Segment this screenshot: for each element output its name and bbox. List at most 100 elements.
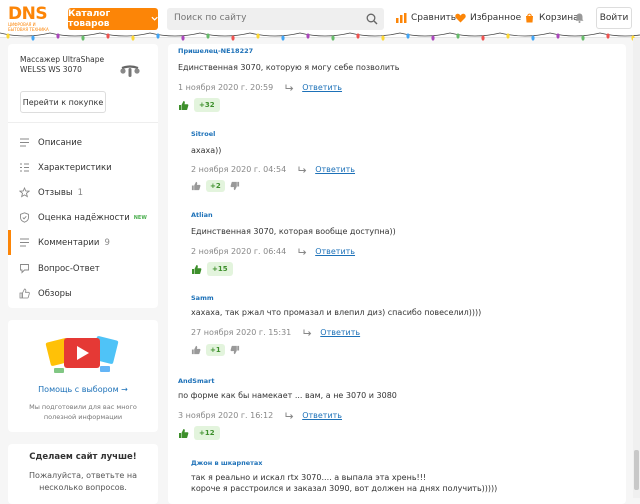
shield-icon (19, 212, 31, 223)
sidebar-item-label: Обзоры (38, 288, 72, 299)
thumb-up-icon[interactable] (191, 264, 202, 275)
comment-text: так я реально и искал rtx 3070.... а вып… (191, 473, 427, 482)
product-thumbnail[interactable] (118, 58, 142, 80)
comment-meta: 2 ноября 2020 г. 04:54 Ответить (191, 165, 355, 174)
reply-link[interactable]: Ответить (302, 83, 342, 92)
comment-meta: 27 ноября 2020 г. 15:31 Ответить (191, 328, 360, 337)
login-button[interactable]: Войти (596, 7, 632, 29)
sidebar-item-count: 9 (104, 237, 110, 248)
sidebar-item-question[interactable]: Вопрос-Ответ (8, 256, 158, 281)
sidebar-item-description[interactable]: Описание (8, 130, 158, 155)
vote-count: +15 (207, 262, 233, 276)
cart-icon (526, 13, 533, 23)
vote-count: +12 (194, 426, 220, 440)
comment-date: 3 ноября 2020 г. 16:12 (178, 411, 274, 420)
sidebar-item-label: Комментарии (38, 237, 100, 248)
reply-arrow-icon (303, 329, 312, 336)
sidebar-item-label: Описание (38, 137, 82, 148)
sidebar-item-star[interactable]: Отзывы 1 (8, 180, 158, 205)
reply-link[interactable]: Ответить (315, 247, 355, 256)
reply-arrow-icon (298, 166, 307, 173)
reply-arrow-icon (298, 248, 307, 255)
sidebar-item-label: Отзывы (38, 187, 73, 198)
reply-link[interactable]: Ответить (302, 411, 342, 420)
heart-icon (455, 13, 466, 23)
compare-link[interactable]: Сравнить (396, 13, 456, 23)
thumb-up-icon[interactable] (178, 100, 189, 111)
specs-icon (19, 162, 31, 173)
search-box (167, 8, 384, 30)
vote-count: +32 (194, 98, 220, 112)
new-badge: NEW (133, 214, 147, 221)
comment-text: короче я расстроился и заказал 3090, вот… (191, 484, 498, 493)
sidebar-item-comments[interactable]: Комментарии 9 (8, 230, 158, 255)
comment-text: Единственная 3070, которую я могу себе п… (178, 63, 400, 72)
comment-text: по форме как бы намекает ... вам, а не 3… (178, 391, 397, 400)
comment-date: 2 ноября 2020 г. 04:54 (191, 165, 287, 174)
comment-date: 1 ноября 2020 г. 20:59 (178, 83, 274, 92)
comment-author[interactable]: AndSmart (178, 377, 214, 385)
video-help-illustration (45, 336, 119, 373)
comment-author[interactable]: Samm (191, 294, 214, 302)
site-header: DNS ЦИФРОВАЯ И БЫТОВАЯ ТЕХНИКА Каталог т… (0, 0, 640, 38)
sidebar-item-shield[interactable]: Оценка надёжности NEW (8, 205, 158, 230)
comment-date: 2 ноября 2020 г. 06:44 (191, 247, 287, 256)
catalog-button[interactable]: Каталог товаров (68, 8, 158, 30)
thumb-up-icon[interactable] (191, 345, 201, 355)
comment-meta: 2 ноября 2020 г. 06:44 Ответить (191, 247, 355, 256)
comment-text: хахаха, так ржал что промазал и влепил д… (191, 308, 482, 317)
sidebar-item-label: Оценка надёжности (38, 212, 130, 223)
comment-author[interactable]: Пришелец-NE18227 (178, 47, 253, 55)
scrollbar-track[interactable] (633, 38, 640, 498)
comments-panel (168, 44, 626, 504)
search-icon[interactable] (366, 13, 378, 25)
thumb-down-icon[interactable] (230, 181, 240, 191)
comment-author[interactable]: Джон в шкарпетах (191, 459, 262, 467)
comments-icon (19, 237, 31, 248)
survey-title: Сделаем сайт лучше! (29, 452, 137, 462)
dns-logo[interactable]: DNS ЦИФРОВАЯ И БЫТОВАЯ ТЕХНИКА (8, 6, 54, 32)
favorites-link[interactable]: Избранное (455, 13, 521, 23)
comment-votes: +2 (191, 180, 240, 192)
thumb-up-icon[interactable] (178, 428, 189, 439)
comment-votes: +12 (178, 426, 220, 440)
comment-text: Единственная 3070, которая вообще доступ… (191, 227, 396, 236)
help-text: Мы подготовили для вас много полезной ин… (29, 403, 137, 421)
sidebar-item-thumb[interactable]: Обзоры (8, 281, 158, 306)
reply-arrow-icon (285, 84, 294, 91)
comment-votes: +32 (178, 98, 220, 112)
comment-votes: +1 (191, 344, 240, 356)
description-icon (19, 137, 31, 148)
thumb-icon (19, 288, 31, 299)
comment-date: 27 ноября 2020 г. 15:31 (191, 328, 292, 337)
question-icon (19, 263, 31, 274)
comment-author[interactable]: Sitroel (191, 130, 215, 138)
go-to-purchase-button[interactable]: Перейти к покупке (20, 91, 106, 113)
vote-count: +2 (206, 180, 225, 192)
survey-text: Пожалуйста, ответьте на несколько вопрос… (29, 471, 137, 492)
reply-link[interactable]: Ответить (320, 328, 360, 337)
thumb-down-icon[interactable] (230, 345, 240, 355)
thumb-up-icon[interactable] (191, 181, 201, 191)
vote-count: +1 (206, 344, 225, 356)
reply-arrow-icon (285, 412, 294, 419)
sidebar-item-count: 1 (77, 187, 84, 198)
sidebar-item-specs[interactable]: Характеристики (8, 155, 158, 180)
comment-meta: 1 ноября 2020 г. 20:59 Ответить (178, 83, 342, 92)
scrollbar-thumb[interactable] (634, 450, 639, 490)
star-icon (19, 187, 31, 198)
comment-author[interactable]: Atlian (191, 211, 213, 219)
cart-link[interactable]: Корзина (524, 13, 579, 23)
compare-icon (396, 13, 407, 23)
sidebar-item-label: Вопрос-Ответ (38, 263, 100, 274)
reply-link[interactable]: Ответить (315, 165, 355, 174)
search-input[interactable] (174, 13, 354, 23)
sidebar-item-label: Характеристики (38, 162, 112, 173)
help-link[interactable]: Помощь с выбором → (8, 385, 158, 394)
product-name[interactable]: Массажер UltraShape WELSS WS 3070 (20, 55, 112, 75)
comment-meta: 3 ноября 2020 г. 16:12 Ответить (178, 411, 342, 420)
chevron-down-icon (151, 16, 158, 21)
bell-icon[interactable] (575, 13, 584, 23)
comment-votes: +15 (191, 262, 233, 276)
comment-text: ахаха)) (191, 146, 222, 155)
